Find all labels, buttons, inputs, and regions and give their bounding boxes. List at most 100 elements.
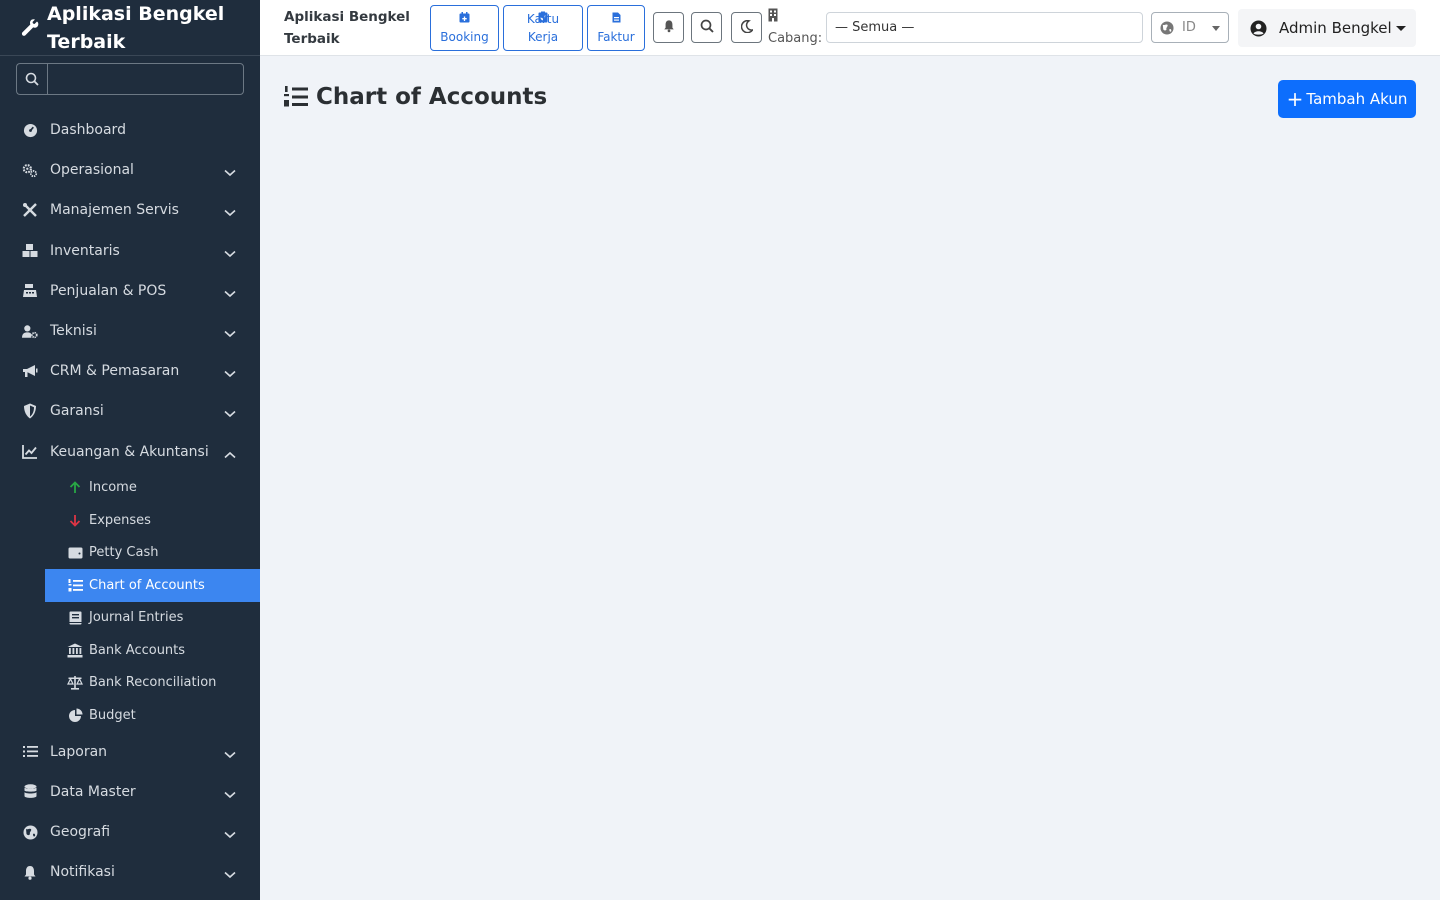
- chevron-up-icon: [224, 447, 236, 463]
- sidebar-search: [16, 63, 244, 95]
- sidebar-subitem-label: Budget: [89, 707, 136, 723]
- sidebar-subitem-label: Chart of Accounts: [89, 577, 205, 593]
- sidebar-nav: Dashboard Operasional Manajemen Servis I…: [0, 110, 260, 892]
- user-name: Admin Bengkel: [1279, 19, 1392, 37]
- sidebar-item-label: CRM & Pemasaran: [50, 363, 180, 380]
- sidebar-subitem-label: Income: [89, 480, 137, 496]
- sidebar-item-laporan[interactable]: Laporan: [0, 732, 260, 772]
- tambah-akun-button[interactable]: + Tambah Akun: [1278, 80, 1416, 118]
- cabang-label: Cabang:: [768, 31, 823, 46]
- plus-icon: +: [1286, 87, 1304, 111]
- sidebar-subitem-budget[interactable]: Budget: [45, 699, 260, 732]
- bell-icon: [663, 18, 675, 37]
- sidebar-item-label: Operasional: [50, 162, 134, 179]
- chevron-down-icon: [224, 165, 236, 181]
- database-icon: [22, 784, 38, 800]
- sidebar-search-input[interactable]: [47, 63, 244, 95]
- user-gear-icon: [22, 323, 38, 339]
- sidebar-subitem-label: Petty Cash: [89, 545, 159, 561]
- list-ol-icon: [284, 86, 308, 108]
- chevron-down-icon: [224, 205, 236, 221]
- sidebar-item-notifikasi[interactable]: Notifikasi: [0, 852, 260, 892]
- globe-icon: [1160, 20, 1174, 35]
- sidebar-item-operasional[interactable]: Operasional: [0, 150, 260, 190]
- sidebar-item-label: Penjualan & POS: [50, 282, 167, 299]
- sidebar-subitem-label: Bank Accounts: [89, 642, 186, 658]
- shield-icon: [22, 403, 38, 419]
- search-icon: [700, 18, 714, 37]
- sidebar-item-dashboard[interactable]: Dashboard: [0, 110, 260, 150]
- sidebar-item-keuangan-akuntansi[interactable]: Keuangan & Akuntansi: [0, 432, 260, 472]
- chevron-down-icon: [224, 246, 236, 262]
- chevron-down-icon: [224, 867, 236, 883]
- app-title: Aplikasi Bengkel Terbaik: [47, 3, 225, 53]
- sidebar-item-label: Keuangan & Akuntansi: [50, 443, 209, 460]
- sidebar-item-label: Geografi: [50, 824, 111, 841]
- sidebar-subitem-journal-entries[interactable]: Journal Entries: [45, 602, 260, 635]
- chart-line-icon: [22, 444, 38, 460]
- language-value: ID: [1182, 20, 1196, 35]
- search-icon: [16, 63, 47, 95]
- list-icon: [22, 744, 38, 760]
- bank-icon: [67, 642, 83, 658]
- sidebar-brand[interactable]: Aplikasi Bengkel Terbaik: [0, 0, 260, 56]
- cabang-label-group: Cabang:: [768, 8, 822, 49]
- cabang-select[interactable]: — Semua —: [826, 12, 1143, 43]
- file-invoice-icon: [612, 10, 621, 28]
- topbar: Aplikasi Bengkel Terbaik Booking Kartu K…: [260, 0, 1440, 56]
- sidebar-item-geografi[interactable]: Geografi: [0, 812, 260, 852]
- sidebar-item-label: Dashboard: [50, 122, 126, 139]
- sidebar-subitem-petty-cash[interactable]: Petty Cash: [45, 537, 260, 570]
- arrow-down-icon: [67, 512, 83, 528]
- sidebar-subitem-label: Bank Reconciliation: [89, 675, 217, 691]
- sidebar-item-garansi[interactable]: Garansi: [0, 391, 260, 431]
- sidebar-item-label: Inventaris: [50, 242, 120, 259]
- chevron-down-icon: [224, 406, 236, 422]
- book-icon: [67, 610, 83, 626]
- sidebar-subitem-expenses[interactable]: Expenses: [45, 504, 260, 537]
- topbar-brand[interactable]: Aplikasi Bengkel Terbaik: [284, 6, 414, 50]
- sidebar-item-label: Teknisi: [50, 323, 97, 340]
- sidebar-subitem-income[interactable]: Income: [45, 472, 260, 505]
- sidebar-item-data-master[interactable]: Data Master: [0, 772, 260, 812]
- sidebar-item-inventaris[interactable]: Inventaris: [0, 231, 260, 271]
- sidebar-subitem-chart-of-accounts[interactable]: Chart of Accounts: [45, 569, 260, 602]
- dark-mode-toggle[interactable]: [731, 12, 762, 43]
- user-circle-icon: [1250, 20, 1267, 37]
- booking-button[interactable]: Booking: [430, 5, 499, 51]
- sidebar-item-label: Garansi: [50, 403, 104, 420]
- chevron-down-icon: [224, 326, 236, 342]
- language-select[interactable]: ID: [1151, 12, 1229, 43]
- moon-icon: [740, 18, 754, 37]
- chevron-down-icon: [224, 366, 236, 382]
- chevron-down-icon: [224, 827, 236, 843]
- gears-icon: [22, 162, 38, 178]
- notifications-button[interactable]: [653, 12, 684, 43]
- sidebar-item-label: Laporan: [50, 743, 108, 760]
- kartu-kerja-label: Kartu Kerja: [526, 12, 560, 44]
- sidebar: Aplikasi Bengkel Terbaik Dashboard Opera…: [0, 0, 260, 900]
- sidebar-item-teknisi[interactable]: Teknisi: [0, 311, 260, 351]
- page-title: Chart of Accounts: [284, 84, 547, 110]
- tools-icon: [22, 202, 38, 218]
- booking-label: Booking: [440, 30, 489, 44]
- kartu-kerja-button[interactable]: Kartu Kerja: [503, 5, 583, 51]
- user-menu[interactable]: Admin Bengkel: [1238, 9, 1416, 47]
- sidebar-subitem-bank-accounts[interactable]: Bank Accounts: [45, 634, 260, 667]
- tambah-akun-label: Tambah Akun: [1306, 90, 1408, 108]
- pie-chart-icon: [67, 707, 83, 723]
- faktur-label: Faktur: [597, 30, 635, 44]
- scale-icon: [67, 675, 83, 691]
- bullhorn-icon: [22, 363, 38, 379]
- bell-icon: [22, 864, 38, 880]
- arrow-up-icon: [67, 480, 83, 496]
- sidebar-item-label: Notifikasi: [50, 864, 115, 881]
- faktur-button[interactable]: Faktur: [587, 5, 645, 51]
- sidebar-item-crm-pemasaran[interactable]: CRM & Pemasaran: [0, 351, 260, 391]
- sidebar-item-penjualan-pos[interactable]: Penjualan & POS: [0, 271, 260, 311]
- sidebar-item-manajemen-servis[interactable]: Manajemen Servis: [0, 190, 260, 230]
- sidebar-subitem-bank-reconciliation[interactable]: Bank Reconciliation: [45, 667, 260, 700]
- search-button[interactable]: [691, 12, 722, 43]
- chevron-down-icon: [224, 747, 236, 763]
- wrench-icon: [20, 18, 40, 42]
